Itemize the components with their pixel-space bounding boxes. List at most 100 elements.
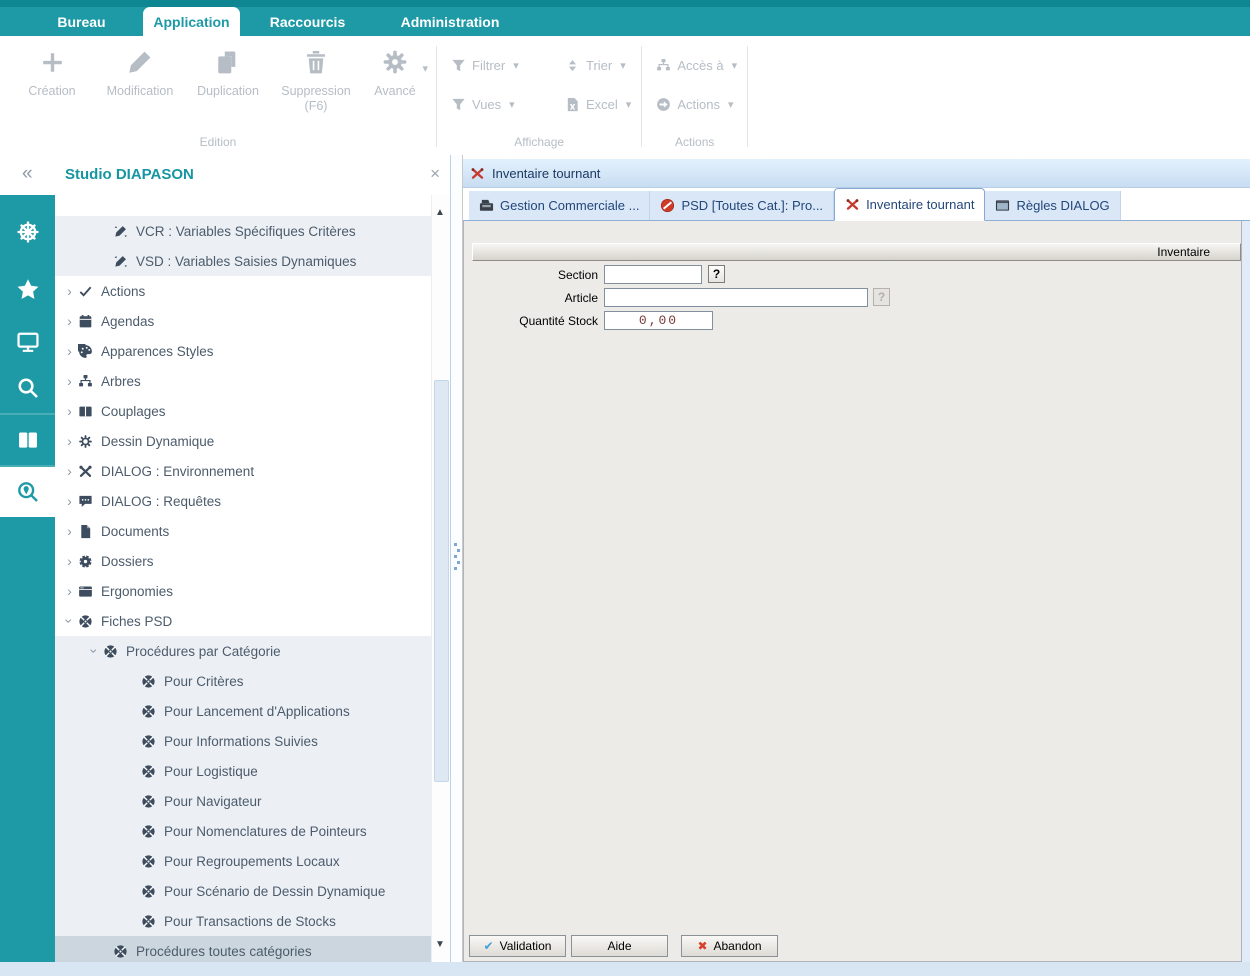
chevron-icon[interactable]: › <box>61 523 78 539</box>
dropdown-caret-icon[interactable]: ▾ <box>513 59 519 72</box>
window-right-edge <box>1242 221 1250 962</box>
quantite-stock-input[interactable] <box>604 311 713 330</box>
chevron-icon[interactable]: › <box>61 313 78 329</box>
rail-star-icon[interactable] <box>0 265 55 315</box>
rail-search-icon[interactable] <box>0 363 55 413</box>
duplication-button[interactable]: Duplication <box>184 46 272 114</box>
menu-tab-bureau[interactable]: Bureau <box>20 7 143 36</box>
chevron-icon[interactable]: › <box>61 433 78 449</box>
menu-tab-administration[interactable]: Administration <box>375 7 525 36</box>
tree-item[interactable]: Pour Informations Suivies <box>55 726 431 756</box>
duplicate-icon <box>215 46 241 78</box>
collapse-sidebar-icon[interactable]: « <box>22 163 33 185</box>
suppression-button[interactable]: Suppression (F6) <box>272 46 360 114</box>
creation-button[interactable]: Création <box>8 46 96 114</box>
tree-item[interactable]: Pour Scénario de Dessin Dynamique <box>55 876 431 906</box>
group-label-affichage: Affichage <box>514 135 565 149</box>
tree-item[interactable]: VCR : Variables Spécifiques Critères <box>55 216 431 246</box>
tree-item[interactable]: Pour Regroupements Locaux <box>55 846 431 876</box>
tree-item[interactable]: › Fiches PSD <box>55 606 431 636</box>
tree-item[interactable]: Pour Lancement d'Applications <box>55 696 431 726</box>
vues-button[interactable]: Vues ▾ <box>451 97 543 112</box>
tree-item[interactable]: › Actions <box>55 276 431 306</box>
abandon-button[interactable]: ✖ Abandon <box>681 935 778 957</box>
tree-item-icon <box>78 344 93 359</box>
chevron-icon[interactable]: › <box>61 373 78 389</box>
tree-item[interactable]: › Ergonomies <box>55 576 431 606</box>
dropdown-caret-icon[interactable]: ▾ <box>626 98 632 111</box>
section-help-button[interactable]: ? <box>708 265 725 283</box>
tree-item[interactable]: Pour Nomenclatures de Pointeurs <box>55 816 431 846</box>
tree-item-icon <box>113 224 128 239</box>
actions-button[interactable]: Actions ▾ <box>656 97 734 112</box>
tree-item-icon <box>78 434 93 449</box>
dropdown-caret-icon[interactable]: ▾ <box>728 98 734 111</box>
chevron-icon[interactable]: › <box>87 643 103 660</box>
tree-item-label: Pour Informations Suivies <box>164 733 318 749</box>
section-input[interactable] <box>604 265 702 284</box>
trier-button[interactable]: Trier ▾ <box>565 58 626 73</box>
rail-columns-icon[interactable] <box>0 413 55 467</box>
acces-a-button[interactable]: Accès à ▾ <box>656 58 737 73</box>
rail-monitor-icon[interactable] <box>0 317 55 367</box>
tree-item-label: Procédures toutes catégories <box>136 943 312 959</box>
tree-item[interactable]: › Agendas <box>55 306 431 336</box>
tree-item[interactable]: › Dessin Dynamique <box>55 426 431 456</box>
tree-item-icon <box>113 254 128 269</box>
menu-tab-application[interactable]: Application <box>143 7 240 36</box>
close-sidebar-icon[interactable]: × <box>430 164 440 184</box>
rail-search-pin-icon[interactable] <box>0 467 55 517</box>
chevron-icon[interactable]: › <box>61 583 78 599</box>
tree-item[interactable]: Pour Transactions de Stocks <box>55 906 431 936</box>
chevron-icon[interactable]: › <box>62 613 78 630</box>
rail-helm-icon[interactable] <box>0 207 55 257</box>
tree-item[interactable]: › Couplages <box>55 396 431 426</box>
splitter-grip[interactable] <box>454 543 460 570</box>
tree-item-icon <box>78 314 93 329</box>
filter-icon <box>451 97 466 112</box>
tree-item[interactable]: VSD : Variables Saisies Dynamiques <box>55 246 431 276</box>
excel-button[interactable]: Excel ▾ <box>565 97 631 112</box>
tree-item-icon <box>78 524 93 539</box>
tab-gestion-commerciale[interactable]: Gestion Commerciale ... <box>469 191 651 220</box>
tree-item[interactable]: › Procédures par Catégorie <box>55 636 431 666</box>
tab-regles-dialog[interactable]: Règles DIALOG <box>985 191 1121 220</box>
tab-psd-toutes-cat[interactable]: PSD [Toutes Cat.]: Pro... <box>650 191 835 220</box>
article-input[interactable] <box>604 288 868 307</box>
chevron-icon[interactable]: › <box>61 403 78 419</box>
scroll-down-icon[interactable]: ▼ <box>435 939 445 950</box>
tree-item[interactable]: Pour Logistique <box>55 756 431 786</box>
modification-button[interactable]: Modification <box>96 46 184 114</box>
document-title-bar: Inventaire tournant <box>463 159 1250 188</box>
menu-tab-raccourcis[interactable]: Raccourcis <box>240 7 375 36</box>
tree-item[interactable]: › Apparences Styles <box>55 336 431 366</box>
aide-button[interactable]: Aide <box>571 935 668 957</box>
scroll-up-icon[interactable]: ▲ <box>435 207 445 218</box>
sidebar-splitter[interactable] <box>450 155 463 962</box>
tree-item[interactable]: Procédures toutes catégories <box>55 936 431 962</box>
dropdown-caret-icon[interactable]: ▾ <box>620 59 626 72</box>
tree-item[interactable]: › Dossiers <box>55 546 431 576</box>
dropdown-caret-icon[interactable]: ▾ <box>422 62 428 75</box>
tree-item[interactable]: › Arbres <box>55 366 431 396</box>
tree-item-label: DIALOG : Environnement <box>101 463 255 479</box>
dropdown-caret-icon[interactable]: ▾ <box>509 98 515 111</box>
tab-inventaire-tournant[interactable]: Inventaire tournant <box>834 188 986 221</box>
chevron-icon[interactable]: › <box>61 463 78 479</box>
chevron-icon[interactable]: › <box>61 283 78 299</box>
tree-item[interactable]: Pour Critères <box>55 666 431 696</box>
filtrer-button[interactable]: Filtrer ▾ <box>451 58 543 73</box>
dropdown-caret-icon[interactable]: ▾ <box>732 59 738 72</box>
chevron-icon[interactable]: › <box>61 493 78 509</box>
avance-button[interactable]: ▾ Avancé <box>360 46 430 114</box>
tree-item[interactable]: Pour Navigateur <box>55 786 431 816</box>
tree-item[interactable]: › DIALOG : Requêtes <box>55 486 431 516</box>
chevron-icon[interactable]: › <box>61 343 78 359</box>
scrollbar-thumb[interactable] <box>434 380 449 782</box>
tree-item[interactable]: › Documents <box>55 516 431 546</box>
chevron-icon[interactable]: › <box>61 553 78 569</box>
sidebar-scrollbar[interactable]: ▲ ▼ <box>431 195 450 962</box>
tree-item-label: Apparences Styles <box>101 343 214 359</box>
validation-button[interactable]: ✔ Validation <box>469 935 566 957</box>
tree-item[interactable]: › DIALOG : Environnement <box>55 456 431 486</box>
